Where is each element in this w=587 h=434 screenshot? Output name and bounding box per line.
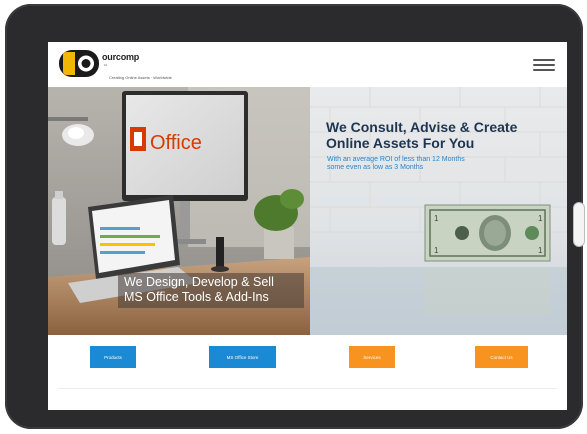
svg-text:1: 1 — [434, 214, 439, 223]
hero-right-title: We Consult, Advise & Create Online Asset… — [326, 119, 556, 151]
svg-text:1: 1 — [538, 246, 543, 255]
contact-us-button[interactable]: Contact Us — [475, 346, 528, 368]
services-button[interactable]: Services — [349, 346, 395, 368]
company-logo-icon[interactable] — [59, 50, 99, 77]
footer-divider — [58, 388, 557, 389]
hero-panel-consulting: 1 1 1 1 We Consult, Advise & Create Onli… — [310, 87, 567, 335]
tablet-frame: ourcomp ltd Creating Online Assets · Wor… — [5, 4, 585, 429]
ms-office-store-button[interactable]: MS Office Store — [209, 346, 276, 368]
dollar-bill-icon: 1 1 1 1 — [424, 204, 551, 262]
caption-line-1: We Design, Develop & Sell — [124, 275, 274, 289]
menu-button[interactable] — [533, 59, 555, 72]
hero-right-subtitle: With an average ROI of less than 12 Mont… — [327, 156, 527, 172]
cta-row: Products MS Office Store Services Contac… — [48, 335, 567, 410]
title-line-2: Online Assets For You — [326, 135, 475, 151]
tablet-side-button[interactable] — [573, 202, 585, 247]
hamburger-icon — [533, 59, 555, 61]
caption-line-2: MS Office Tools & Add-Ins — [124, 290, 269, 304]
title-line-1: We Consult, Advise & Create — [326, 119, 518, 135]
hero-banner: Office We Design, Develop & Sell MS Offi… — [48, 87, 567, 335]
subtitle-line-1: With an average ROI of less than 12 Mont… — [327, 156, 465, 163]
svg-text:1: 1 — [434, 246, 439, 255]
subtitle-line-2: some even as low as 3 Months — [327, 164, 424, 171]
hero-left-caption: We Design, Develop & Sell MS Office Tool… — [118, 273, 304, 308]
brand-suffix: ltd — [104, 63, 108, 67]
products-button[interactable]: Products — [90, 346, 136, 368]
site-header: ourcomp ltd Creating Online Assets · Wor… — [48, 42, 567, 87]
svg-text:1: 1 — [538, 214, 543, 223]
website-screen: ourcomp ltd Creating Online Assets · Wor… — [48, 42, 567, 410]
tagline: Creating Online Assets · Worldwide — [109, 75, 172, 80]
monitor-office-text: Office — [150, 132, 202, 154]
brand-name: ourcomp — [102, 52, 140, 62]
hero-panel-office-desk: Office We Design, Develop & Sell MS Offi… — [48, 87, 310, 335]
